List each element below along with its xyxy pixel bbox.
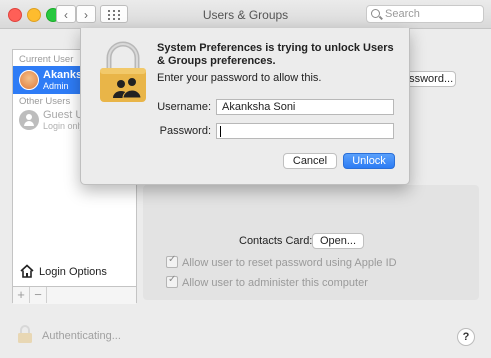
unlock-button[interactable]: Unlock — [343, 153, 395, 169]
cancel-button[interactable]: Cancel — [283, 153, 337, 169]
title-bar: ‹ › Users & Groups Search — [0, 0, 491, 29]
administer-label: Allow user to administer this computer — [182, 277, 368, 289]
user-role: Admin — [43, 81, 69, 91]
house-icon — [20, 264, 34, 278]
reset-password-label: Allow user to reset password using Apple… — [182, 257, 397, 269]
remove-user-button[interactable]: − — [30, 287, 47, 303]
guest-avatar — [19, 110, 39, 130]
username-label: Username: — [157, 101, 211, 113]
text-cursor — [220, 126, 221, 137]
login-options-item[interactable]: Login Options — [13, 262, 136, 284]
open-contacts-button[interactable]: Open... — [312, 233, 364, 249]
reset-password-checkbox[interactable] — [166, 254, 178, 268]
add-user-button[interactable]: + — [13, 287, 30, 303]
status-text: Authenticating... — [42, 330, 121, 342]
login-options-label: Login Options — [39, 266, 107, 278]
contacts-card-label: Contacts Card: — [239, 235, 313, 247]
reset-password-checkbox-row[interactable]: Allow user to reset password using Apple… — [166, 254, 397, 269]
search-field[interactable]: Search — [366, 5, 484, 23]
administer-checkbox-row[interactable]: Allow user to administer this computer — [166, 274, 368, 289]
guest-user-role: Login only — [43, 121, 85, 131]
administer-checkbox[interactable] — [166, 274, 178, 288]
avatar — [19, 70, 39, 90]
current-user-label: Current User — [19, 54, 74, 65]
password-label: Password: — [159, 125, 211, 137]
lock-users-icon — [100, 41, 146, 102]
help-button[interactable]: ? — [457, 328, 475, 346]
add-remove-bar: + − — [13, 286, 136, 304]
search-placeholder: Search — [385, 8, 420, 20]
lock-icon[interactable] — [17, 324, 33, 344]
unlock-dialog: System Preferences is trying to unlock U… — [80, 28, 410, 185]
search-icon — [371, 9, 380, 18]
dialog-title: System Preferences is trying to unlock U… — [157, 42, 394, 67]
password-field[interactable] — [216, 123, 394, 139]
username-field[interactable]: Akanksha Soni — [216, 99, 394, 115]
dialog-message: Enter your password to allow this. — [157, 72, 322, 84]
